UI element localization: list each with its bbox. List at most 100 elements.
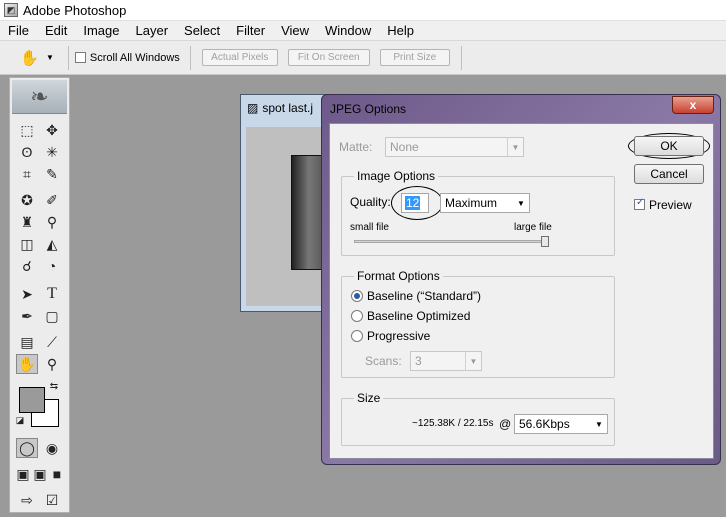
options-divider (67, 45, 69, 70)
scans-label: Scans: (365, 354, 402, 368)
menu-layer[interactable]: Layer (128, 21, 177, 41)
toolbox: ❧ ⬚ ✥ ʘ ✳ ⌗ ✎ ✪ ✐ ♜ ⚲ ◫ ◭ ☌ ◔ ➤ T ✒ ▢ ▤ … (9, 77, 70, 513)
chevron-down-icon: ▼ (507, 138, 523, 156)
fit-on-screen-button[interactable]: Fit On Screen (287, 49, 370, 66)
dialog-title: JPEG Options (330, 102, 407, 116)
large-file-label: large file (514, 222, 552, 233)
baseline-standard-radio[interactable] (351, 290, 363, 302)
standard-mode-icon[interactable]: ◯ (16, 438, 38, 458)
matte-value: None (390, 140, 419, 154)
baseline-optimized-radio[interactable] (351, 310, 363, 322)
crop-tool-icon[interactable]: ⌗ (16, 164, 38, 184)
menu-view[interactable]: View (273, 21, 317, 41)
quality-preset-value: Maximum (445, 196, 498, 210)
actual-pixels-button[interactable]: Actual Pixels (201, 49, 278, 66)
scans-value: 3 (415, 354, 422, 368)
progressive-radio[interactable] (351, 330, 363, 342)
matte-select[interactable]: None ▼ (385, 137, 524, 157)
full-screen-menu-mode-icon[interactable]: ▣ (31, 464, 49, 484)
preview-checkbox[interactable]: ✓ (634, 197, 645, 210)
hand-tool-icon[interactable]: ✋ (16, 354, 38, 374)
imageready-icon[interactable]: ☑ (41, 490, 63, 510)
jump-to-imageready-icon[interactable]: ⇨ (16, 490, 38, 510)
tool-preset-dropdown-icon[interactable]: ▼ (46, 53, 54, 62)
size-estimate: ~125.38K / 22.15s (412, 418, 494, 429)
slice-tool-icon[interactable]: ✎ (41, 164, 63, 184)
scroll-all-windows-checkbox[interactable] (74, 52, 86, 63)
ok-button[interactable]: OK (634, 136, 704, 156)
menu-select[interactable]: Select (176, 21, 228, 41)
size-label: Size (354, 391, 384, 405)
marquee-tool-icon[interactable]: ⬚ (16, 120, 38, 140)
download-speed-value: 56.6Kbps (519, 417, 570, 431)
progressive-label: Progressive (367, 329, 431, 343)
close-button[interactable]: x (672, 96, 714, 114)
quality-preset-select[interactable]: Maximum ▼ (440, 193, 530, 213)
dialog-titlebar: JPEG Options (322, 95, 720, 123)
jpeg-options-dialog: JPEG Options x Matte: None ▼ Image Optio… (321, 94, 721, 465)
quick-mask-mode-icon[interactable]: ◉ (41, 438, 63, 458)
download-speed-select[interactable]: 56.6Kbps ▼ (514, 414, 608, 434)
print-size-button[interactable]: Print Size (379, 49, 450, 66)
quality-value: 12 (405, 196, 421, 210)
hand-tool-icon[interactable]: ✋ (20, 49, 40, 67)
app-title: Adobe Photoshop (23, 2, 127, 18)
menu-filter[interactable]: Filter (228, 21, 273, 41)
pen-tool-icon[interactable]: ✒ (16, 306, 38, 326)
cancel-button[interactable]: Cancel (634, 164, 704, 184)
baseline-optimized-label: Baseline Optimized (367, 309, 471, 323)
checkmark-icon: ✓ (636, 197, 645, 208)
history-brush-tool-icon[interactable]: ⚲ (41, 212, 63, 232)
foreground-color-swatch[interactable] (19, 387, 45, 413)
swap-colors-icon[interactable]: ⇆ (48, 380, 60, 392)
smudge-tool-icon[interactable]: ☌ (16, 256, 38, 276)
app-titlebar: ◩ Adobe Photoshop (0, 0, 726, 21)
options-divider (460, 45, 462, 70)
baseline-standard-label: Baseline (“Standard”) (367, 289, 482, 303)
eyedropper-tool-icon[interactable]: ⟋ (41, 332, 63, 352)
default-colors-icon[interactable]: ◪ (14, 414, 26, 426)
full-screen-mode-icon[interactable]: ■ (48, 464, 66, 484)
path-selection-tool-icon[interactable]: ➤ (16, 284, 38, 304)
chevron-down-icon: ▼ (465, 352, 481, 370)
menu-edit[interactable]: Edit (37, 21, 75, 41)
brush-tool-icon[interactable]: ✐ (41, 190, 63, 210)
shape-tool-icon[interactable]: ▢ (41, 306, 63, 326)
zoom-tool-icon[interactable]: ⚲ (41, 354, 63, 374)
scans-select[interactable]: 3 ▼ (410, 351, 482, 371)
image-options-label: Image Options (354, 169, 439, 183)
eraser-tool-icon[interactable]: ◫ (16, 234, 38, 254)
size-group: Size ~125.38K / 22.15s @ 56.6Kbps ▼ (341, 391, 615, 446)
magic-wand-tool-icon[interactable]: ✳ (41, 142, 63, 162)
type-tool-icon[interactable]: T (41, 284, 63, 304)
chevron-down-icon: ▼ (595, 419, 603, 429)
dodge-tool-icon[interactable]: ◔ (41, 256, 63, 276)
document-icon: ▨ (247, 101, 259, 115)
quality-input[interactable]: 12 (401, 193, 429, 213)
options-bar: ✋ ▼ Scroll All Windows Actual Pixels Fit… (0, 41, 726, 75)
clone-stamp-tool-icon[interactable]: ♜ (16, 212, 38, 232)
menu-window[interactable]: Window (317, 21, 379, 41)
dialog-body: Matte: None ▼ Image Options Quality: 12 … (329, 123, 714, 459)
menu-image[interactable]: Image (75, 21, 127, 41)
standard-screen-mode-icon[interactable]: ▣ (14, 464, 32, 484)
format-options-label: Format Options (354, 269, 443, 283)
preview-label: Preview (649, 198, 692, 212)
menu-file[interactable]: File (0, 21, 37, 41)
matte-label: Matte: (339, 140, 373, 154)
options-divider (189, 45, 191, 70)
document-title: spot last.j (262, 101, 314, 115)
feather-logo-icon: ❧ (12, 80, 67, 114)
healing-brush-tool-icon[interactable]: ✪ (16, 190, 38, 210)
quality-slider-track[interactable] (354, 240, 549, 243)
menu-help[interactable]: Help (379, 21, 422, 41)
format-options-group: Format Options Baseline (“Standard”) Bas… (341, 269, 615, 378)
scroll-all-windows-label: Scroll All Windows (89, 51, 180, 64)
lasso-tool-icon[interactable]: ʘ (16, 142, 38, 162)
paint-bucket-tool-icon[interactable]: ◭ (41, 234, 63, 254)
quality-slider-thumb[interactable] (541, 236, 549, 247)
at-label: @ (499, 417, 512, 431)
quality-label: Quality: (350, 195, 391, 209)
notes-tool-icon[interactable]: ▤ (16, 332, 38, 352)
move-tool-icon[interactable]: ✥ (41, 120, 63, 140)
